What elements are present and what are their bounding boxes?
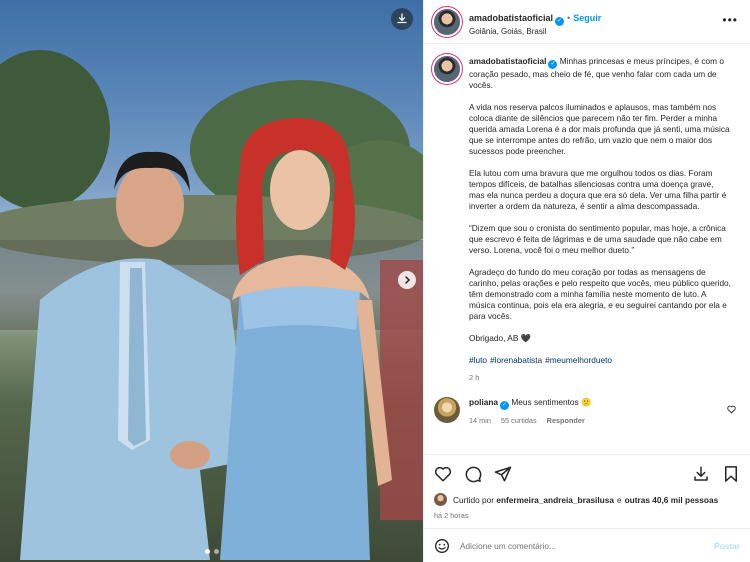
follow-button[interactable]: Seguir xyxy=(573,13,601,23)
next-slide-button[interactable] xyxy=(398,271,416,289)
caption-paragraph: Agradeço do fundo do meu coração por tod… xyxy=(469,267,731,321)
comment-time: 14 min xyxy=(469,416,491,425)
verified-icon: ✓ xyxy=(555,16,565,26)
hashtag-link[interactable]: #meumelhordueto xyxy=(545,355,612,365)
save-icon[interactable] xyxy=(722,465,740,483)
likes-prefix: Curtido por xyxy=(453,494,495,505)
liker-avatar xyxy=(434,493,447,506)
commenter-avatar[interactable] xyxy=(434,397,460,423)
caption-paragraph: amadobatistaoficial ✓ Minhas princesas e … xyxy=(469,56,731,91)
comment-input[interactable]: Adicione um comentário... xyxy=(460,541,714,551)
chevron-right-icon xyxy=(405,276,411,284)
post-photo xyxy=(0,50,423,560)
post-location[interactable]: Goiânia, Goiás, Brasil xyxy=(469,27,601,37)
caption-paragraph: Obrigado, AB 🖤 xyxy=(469,333,531,343)
add-comment-bar: Adicione um comentário... Postar xyxy=(424,528,750,562)
emoji-icon[interactable] xyxy=(434,538,450,554)
post-panel: amadobatistaoficial ✓ • Seguir Goiânia, Goi… xyxy=(423,0,750,562)
carousel-dot[interactable] xyxy=(213,549,219,554)
comment-heart-icon[interactable] xyxy=(727,405,736,414)
share-icon[interactable] xyxy=(494,465,512,483)
carousel-dot[interactable] xyxy=(204,549,210,554)
comment-item: poliana ✓ Meus sentimentos 🙁 14 min 55 cu… xyxy=(434,397,740,426)
post-time: há 2 horas xyxy=(434,511,469,520)
hashtag-link[interactable]: #lorenabatista xyxy=(490,355,542,365)
post-header: amadobatistaoficial ✓ • Seguir Goiânia, Goi… xyxy=(424,0,750,44)
liker-username[interactable]: enfermeira_andreia_brasilusa xyxy=(496,495,614,505)
post-window: amadobatistaoficial ✓ • Seguir Goiânia, Goi… xyxy=(0,0,750,562)
separator: • xyxy=(567,12,571,23)
download-icon[interactable] xyxy=(692,465,710,483)
verified-icon: ✓ xyxy=(500,401,510,410)
caption-paragraph: A vida nos reserva palcos iluminados e a… xyxy=(469,102,730,156)
author-username[interactable]: amadobatistaoficial xyxy=(469,13,553,23)
verified-icon: ✓ xyxy=(548,60,558,69)
likes-joiner: e xyxy=(616,494,622,505)
carousel-dots xyxy=(0,549,423,554)
caption-time: 2 h xyxy=(469,373,480,382)
download-icon xyxy=(397,13,407,24)
caption-avatar[interactable] xyxy=(434,56,460,82)
reply-button[interactable]: Responder xyxy=(547,416,585,425)
more-icon[interactable]: ••• xyxy=(722,13,738,27)
author-avatar[interactable] xyxy=(434,8,460,35)
caption: amadobatistaoficial ✓ Minhas princesas e … xyxy=(434,56,740,383)
caption-paragraph: “Dizem que sou o cronista do sentimento … xyxy=(469,223,726,255)
likes-others[interactable]: outras 40,6 mil pessoas xyxy=(625,495,719,505)
post-media[interactable] xyxy=(0,0,423,562)
caption-username[interactable]: amadobatistaoficial xyxy=(469,56,546,66)
heart-icon[interactable] xyxy=(434,465,452,483)
comment-text: Meus sentimentos 🙁 xyxy=(511,397,592,407)
action-bar: Curtido por enfermeira_andreia_brasilusa… xyxy=(424,454,750,520)
download-button[interactable] xyxy=(391,8,413,30)
post-comment-button[interactable]: Postar xyxy=(714,541,740,551)
comment-icon[interactable] xyxy=(464,465,482,483)
comments-area[interactable]: amadobatistaoficial ✓ Minhas princesas e … xyxy=(424,44,750,454)
hashtags: #luto #lorenabatista #meumelhordueto xyxy=(469,355,731,366)
likes-summary[interactable]: Curtido por enfermeira_andreia_brasilusa… xyxy=(434,493,740,506)
caption-paragraph: Ela lutou com uma bravura que me orgulho… xyxy=(469,168,727,211)
hashtag-link[interactable]: #luto xyxy=(469,355,487,365)
comment-likes[interactable]: 55 curtidas xyxy=(501,416,537,425)
commenter-username[interactable]: poliana xyxy=(469,397,498,407)
